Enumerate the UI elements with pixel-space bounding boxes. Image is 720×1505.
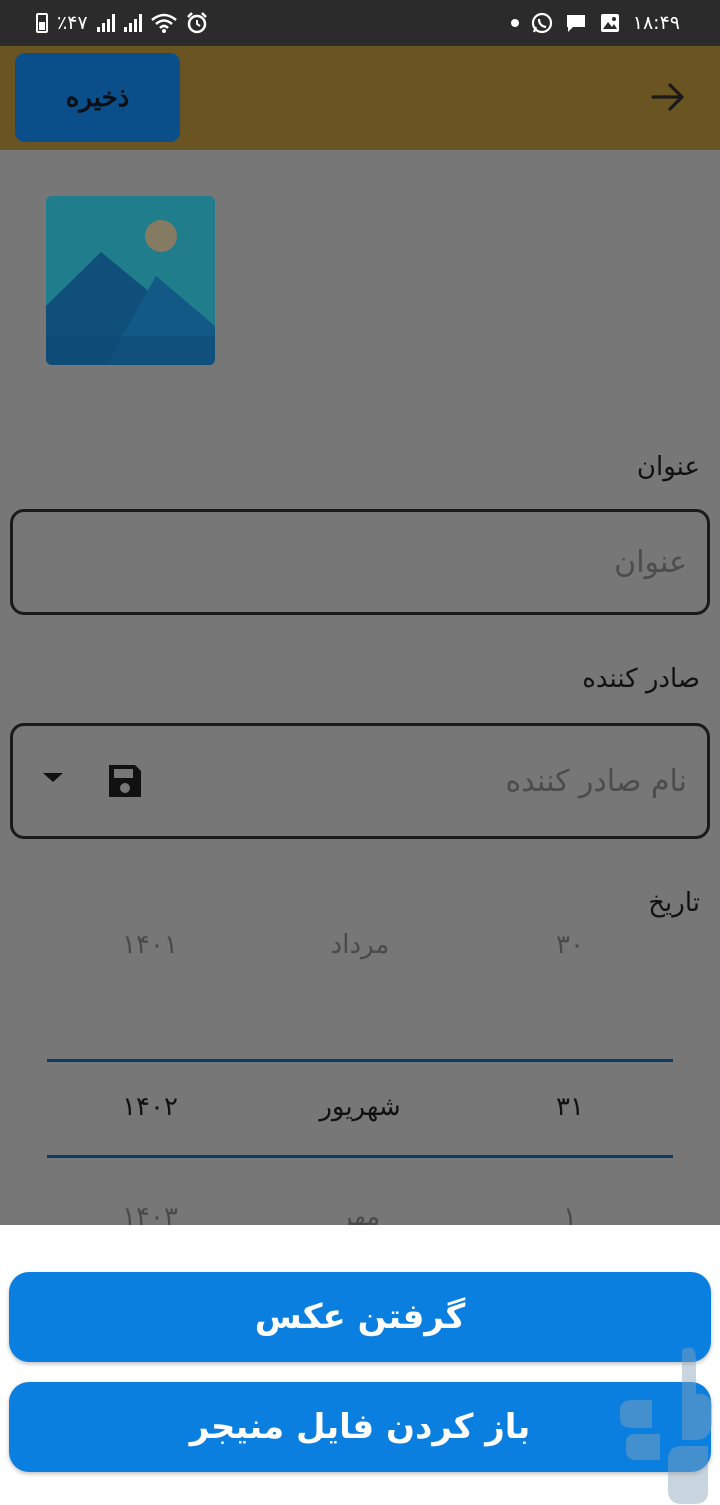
picker-top-divider [47, 1059, 673, 1062]
dot-icon [510, 19, 519, 27]
battery-percent: ٪۴۷ [57, 12, 88, 34]
whatsapp-icon [531, 12, 552, 34]
picker-row[interactable]: ۱۴۰۱ مرداد ۳۰ [0, 915, 720, 975]
alarm-icon [186, 12, 207, 34]
title-label: عنوان [636, 452, 700, 482]
issuer-label: صادر کننده [582, 664, 700, 694]
picker-row[interactable]: ۱۴۰۳ مهر ۱ [0, 1187, 720, 1225]
open-file-manager-button[interactable]: باز کردن فایل منیجر [9, 1382, 711, 1472]
floppy-disk-icon[interactable] [107, 763, 143, 799]
signal-icon [123, 14, 142, 32]
picker-month[interactable]: مرداد [260, 915, 460, 975]
picker-year[interactable]: ۱۴۰۲ [90, 1077, 210, 1137]
picker-month[interactable]: شهریور [260, 1077, 460, 1137]
picker-month[interactable]: مهر [260, 1187, 460, 1225]
take-photo-button[interactable]: گرفتن عکس [9, 1272, 711, 1362]
picker-row-selected[interactable]: ۱۴۰۲ شهریور ۳۱ [0, 1077, 720, 1137]
dropdown-arrow-icon[interactable] [43, 773, 63, 782]
issuer-input[interactable] [167, 726, 687, 836]
picker-bottom-divider [47, 1155, 673, 1158]
title-field[interactable] [10, 509, 710, 615]
signal-icon [96, 14, 115, 32]
image-placeholder-icon [46, 196, 215, 365]
wifi-icon [150, 13, 177, 33]
status-left: ٪۴۷ [36, 10, 208, 36]
gallery-icon [600, 14, 619, 32]
app-bar: ذخیره [0, 46, 720, 150]
message-icon [566, 15, 585, 32]
arrow-right-icon[interactable] [650, 79, 686, 115]
status-bar: ٪۴۷ ۱۸:۴۹ [0, 0, 720, 46]
picker-day[interactable]: ۳۰ [510, 915, 630, 975]
title-input[interactable] [167, 512, 687, 612]
clock: ۱۸:۴۹ [632, 12, 680, 34]
save-button[interactable]: ذخیره [15, 53, 180, 142]
date-label: تاریخ [648, 888, 700, 918]
picker-day[interactable]: ۱ [510, 1187, 630, 1225]
picker-year[interactable]: ۱۴۰۳ [90, 1187, 210, 1225]
issuer-field[interactable] [10, 723, 710, 839]
picker-year[interactable]: ۱۴۰۱ [90, 915, 210, 975]
status-right: ۱۸:۴۹ [510, 10, 680, 36]
picker-day[interactable]: ۳۱ [510, 1077, 630, 1137]
bazaar-watermark-icon [620, 1347, 712, 1504]
image-placeholder[interactable] [46, 196, 215, 365]
date-picker[interactable]: ۱۴۰۱ مرداد ۳۰ ۱۴۰۲ شهریور ۳۱ ۱۴۰۳ مهر ۱ [0, 930, 720, 1225]
battery-icon [36, 13, 48, 33]
form-content: عنوان صادر کننده تاریخ ۱۴۰۱ مرداد ۳۰ ۱۴۰… [0, 150, 720, 1225]
